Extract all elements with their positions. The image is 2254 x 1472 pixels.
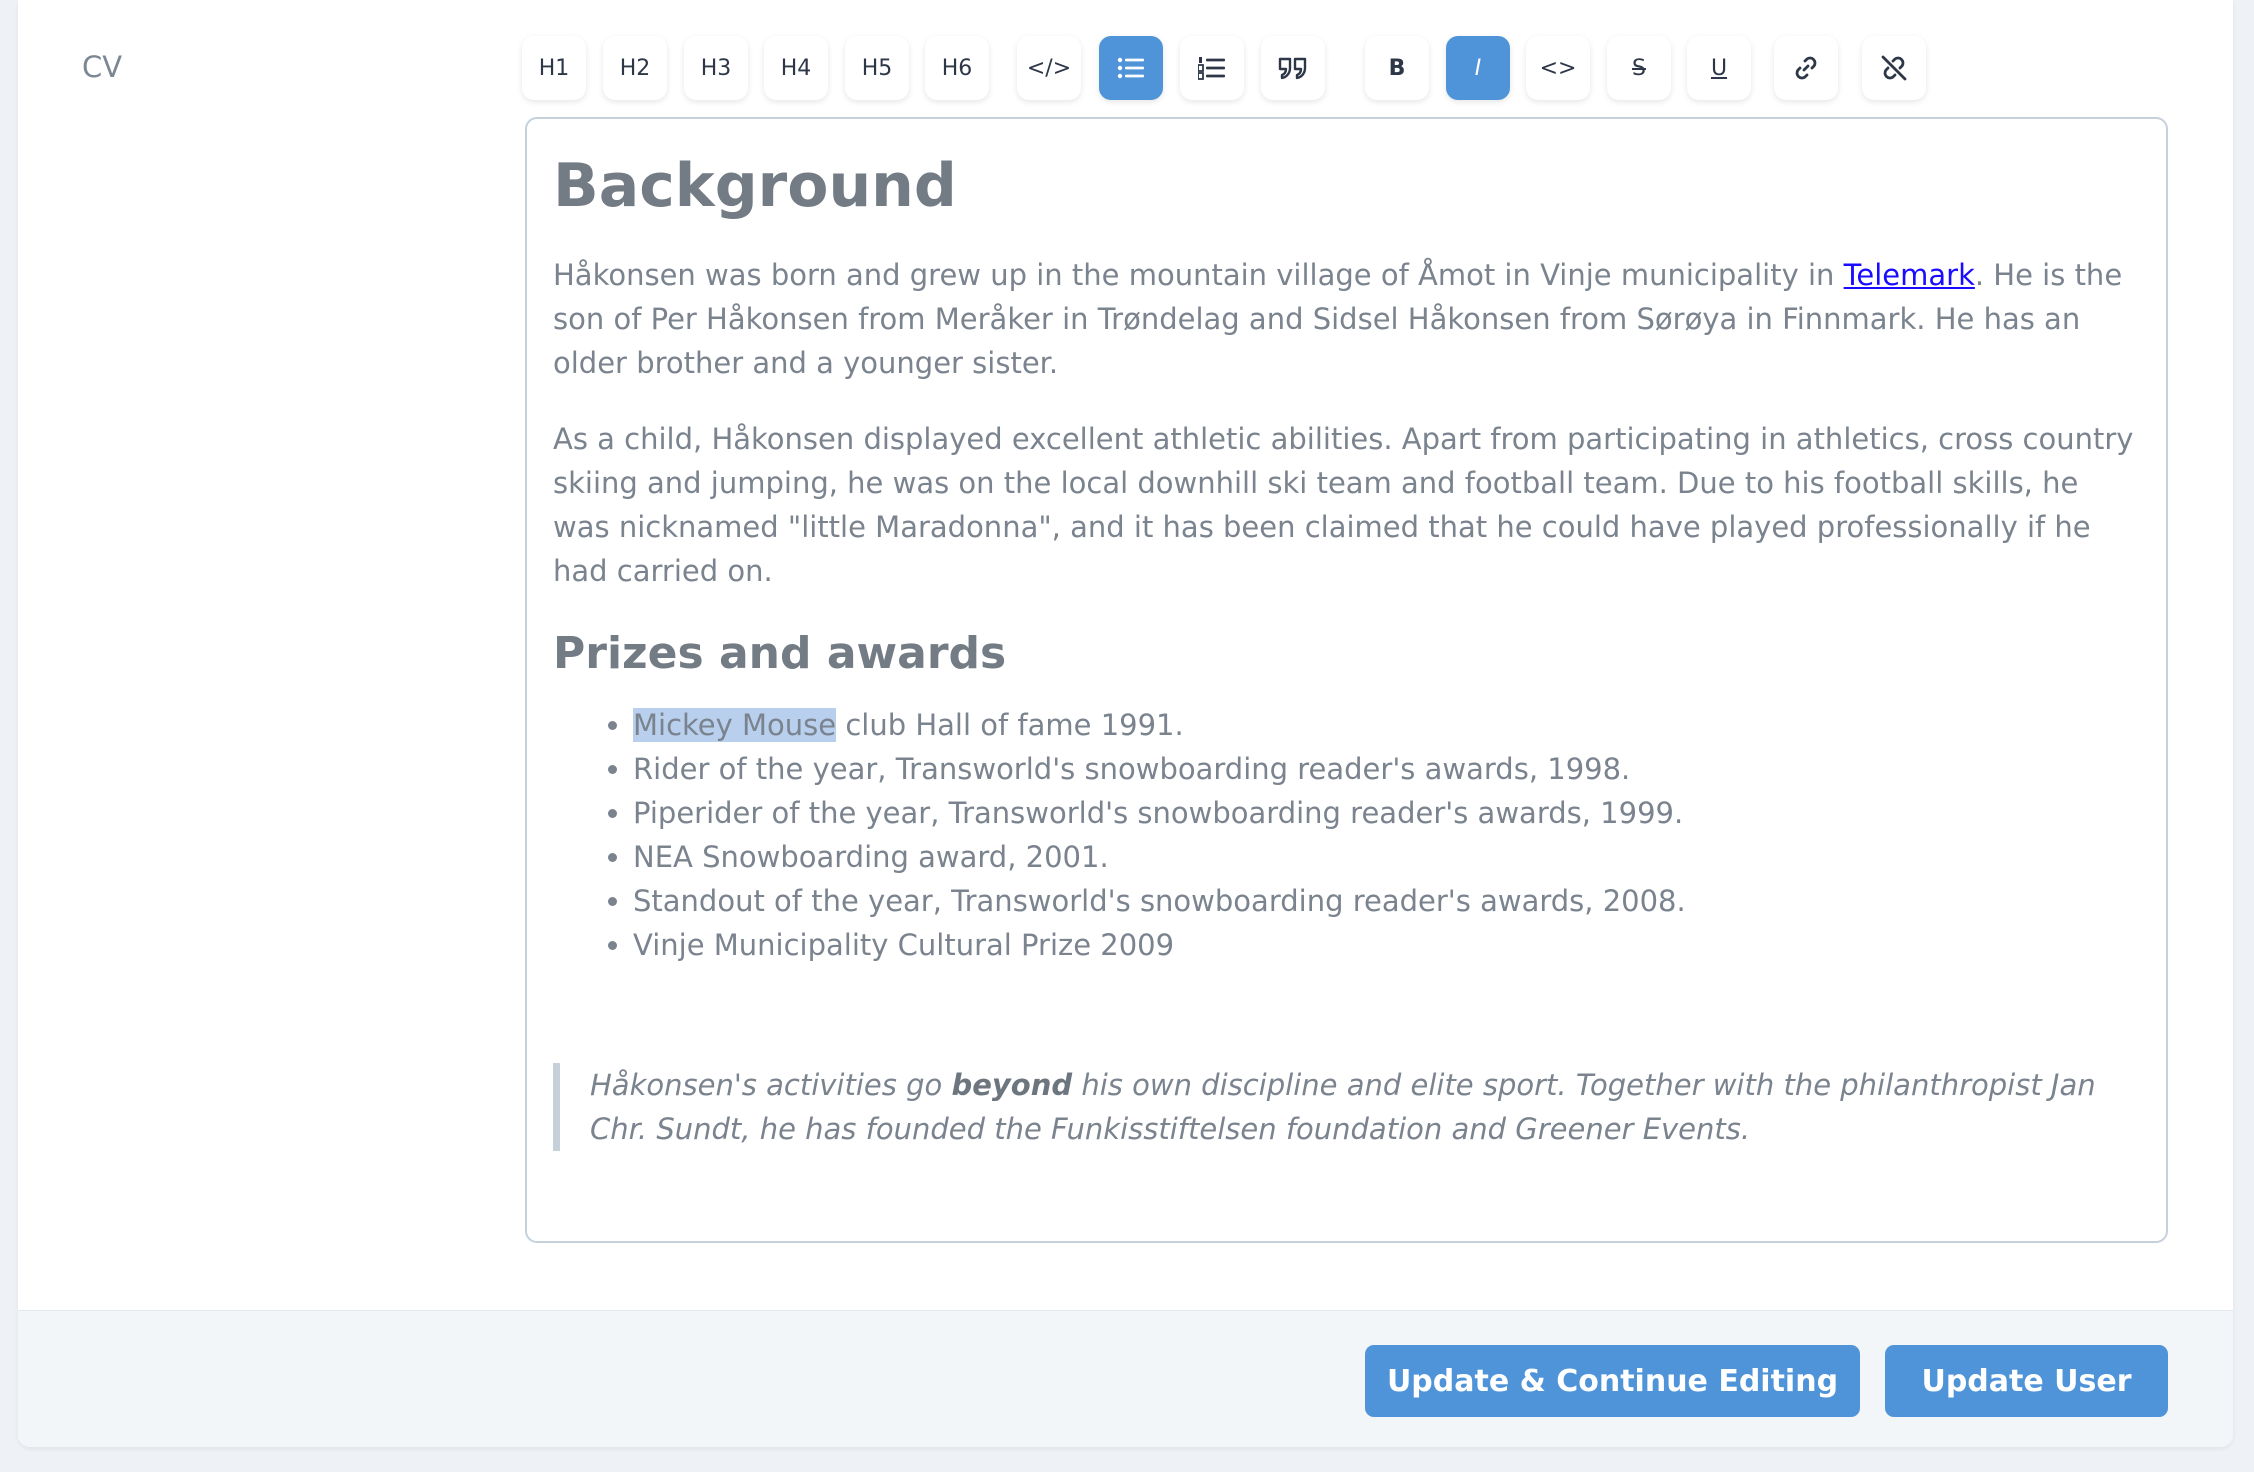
- quote-text-start: Håkonsen's activities go: [590, 1068, 952, 1102]
- underline-button[interactable]: U: [1687, 36, 1751, 100]
- ordered-list-button[interactable]: [1180, 36, 1244, 100]
- link-icon: [1795, 56, 1817, 80]
- heading-4-button[interactable]: H4: [764, 36, 828, 100]
- heading-3-button[interactable]: H3: [684, 36, 748, 100]
- bullet-list-button[interactable]: [1099, 36, 1163, 100]
- rich-text-editor[interactable]: Background Håkonsen was born and grew up…: [525, 117, 2168, 1243]
- list-item: Piperider of the year, Transworld's snow…: [633, 791, 2140, 835]
- bold-button[interactable]: B: [1365, 36, 1429, 100]
- update-continue-editing-button[interactable]: Update & Continue Editing: [1365, 1345, 1860, 1417]
- editor-heading-background: Background: [553, 151, 957, 221]
- editor-paragraph-1: Håkonsen was born and grew up in the mou…: [553, 253, 2140, 385]
- link-button[interactable]: [1774, 36, 1838, 100]
- telemark-link[interactable]: Telemark: [1844, 258, 1975, 292]
- bullet-list-icon: [1117, 57, 1144, 79]
- ordered-list-icon: [1198, 57, 1225, 80]
- selected-text: Mickey Mouse: [633, 708, 837, 742]
- italic-button[interactable]: I: [1446, 36, 1510, 100]
- p1-text-start: Håkonsen was born and grew up in the mou…: [553, 258, 1844, 292]
- form-card: CV H1 H2 H3 H4 H5 H6 </> B I <> S U Back…: [18, 0, 2233, 1447]
- strikethrough-button[interactable]: S: [1607, 36, 1671, 100]
- awards-list: Mickey Mouse club Hall of fame 1991. Rid…: [553, 703, 2140, 967]
- code-block-button[interactable]: </>: [1017, 36, 1081, 100]
- cv-field-label: CV: [82, 50, 123, 84]
- blockquote-button[interactable]: [1261, 36, 1325, 100]
- heading-2-button[interactable]: H2: [603, 36, 667, 100]
- editor-blockquote: Håkonsen's activities go beyond his own …: [553, 1063, 2140, 1151]
- update-user-button[interactable]: Update User: [1885, 1345, 2168, 1417]
- quote-icon: [1278, 57, 1307, 80]
- list-item: Mickey Mouse club Hall of fame 1991.: [633, 703, 2140, 747]
- inline-code-button[interactable]: <>: [1526, 36, 1590, 100]
- list-item-text: club Hall of fame 1991.: [836, 708, 1184, 742]
- list-item: Vinje Municipality Cultural Prize 2009: [633, 923, 2140, 967]
- list-item: Rider of the year, Transworld's snowboar…: [633, 747, 2140, 791]
- form-footer: Update & Continue Editing Update User: [18, 1310, 2233, 1447]
- heading-6-button[interactable]: H6: [925, 36, 989, 100]
- editor-paragraph-2: As a child, Håkonsen displayed excellent…: [553, 422, 2134, 588]
- list-item: Standout of the year, Transworld's snowb…: [633, 879, 2140, 923]
- unlink-icon: [1881, 55, 1907, 81]
- quote-bold-text: beyond: [951, 1068, 1073, 1102]
- heading-1-button[interactable]: H1: [522, 36, 586, 100]
- editor-heading-prizes: Prizes and awards: [553, 628, 1007, 679]
- heading-5-button[interactable]: H5: [845, 36, 909, 100]
- list-item: NEA Snowboarding award, 2001.: [633, 835, 2140, 879]
- unlink-button[interactable]: [1862, 36, 1926, 100]
